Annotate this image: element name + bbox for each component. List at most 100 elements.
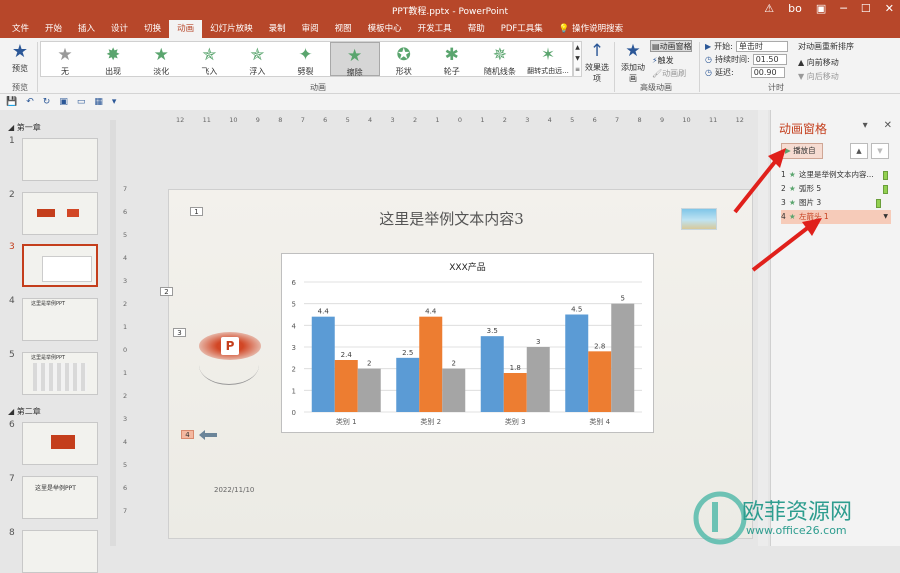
tab-template-center[interactable]: 模板中心 (360, 20, 410, 38)
minimize-icon[interactable]: ─ (840, 2, 847, 15)
user-name[interactable]: bo (788, 2, 802, 15)
slide-thumbnail[interactable] (22, 530, 98, 573)
scroll-down-icon[interactable]: ▼ (574, 53, 581, 64)
anim-wipe[interactable]: ★ 擦除 (329, 42, 380, 77)
watermark-logo (693, 491, 747, 545)
animation-marker-selected[interactable]: 4 (181, 430, 194, 439)
animation-marker[interactable]: 1 (190, 207, 203, 216)
anim-fly-in[interactable]: ✯ 飞入 (185, 42, 233, 76)
arc-shape[interactable] (199, 345, 259, 385)
pane-options-icon[interactable]: ▾ (863, 120, 868, 131)
tab-transitions[interactable]: 切换 (136, 20, 169, 38)
tab-home[interactable]: 开始 (37, 20, 70, 38)
save-icon[interactable]: 💾 (6, 97, 17, 107)
animation-list-item[interactable]: 3 ★ 图片 3 (781, 196, 891, 210)
move-later-button[interactable]: ▼ 向后移动 (798, 71, 854, 82)
tab-file[interactable]: 文件 (4, 20, 37, 38)
slide-thumbnail[interactable] (22, 138, 98, 181)
anim-grow-turn[interactable]: ✶ 翻转式由远... (524, 42, 572, 76)
anim-label: 随机线条 (483, 67, 516, 76)
tab-slideshow[interactable]: 幻灯片放映 (202, 20, 261, 38)
slide-thumbnail-current[interactable] (22, 244, 98, 287)
anim-fade[interactable]: ★ 淡化 (137, 42, 185, 76)
warning-icon[interactable]: ⚠ (764, 2, 774, 15)
animation-marker[interactable]: 3 (173, 328, 186, 337)
animation-marker[interactable]: 2 (160, 287, 173, 296)
star-icon: ★ (346, 46, 363, 66)
anim-float-in[interactable]: ✯ 浮入 (233, 42, 281, 76)
tab-record[interactable]: 录制 (261, 20, 294, 38)
ruler-tick: 9 (659, 116, 665, 124)
anim-random-bars[interactable]: ✵ 随机线条 (476, 42, 524, 76)
tab-view[interactable]: 视图 (327, 20, 360, 38)
play-from-button[interactable]: ▶ 播放自 (781, 143, 823, 159)
ruler-tick: 3 (123, 415, 128, 423)
move-down-button[interactable]: ▼ (871, 143, 889, 159)
thumbnail-scrollbar[interactable] (110, 120, 116, 546)
pane-title: 动画窗格 (779, 122, 828, 136)
pane-close-icon[interactable]: ✕ (884, 120, 892, 131)
tab-animations[interactable]: 动画 (169, 20, 203, 38)
maximize-icon[interactable]: ☐ (861, 2, 871, 15)
start-select[interactable]: 单击时 (735, 41, 788, 52)
present-icon[interactable]: ▣ (59, 97, 68, 107)
delay-clock-icon: ◷ (705, 68, 712, 77)
anim-shape[interactable]: ✪ 形状 (380, 42, 428, 76)
slide-number: 2 (9, 190, 15, 200)
tab-review[interactable]: 审阅 (294, 20, 327, 38)
slide-thumbnail[interactable]: 这里是举例PPT (22, 476, 98, 519)
section-header[interactable]: ◢ 第二章 (8, 406, 41, 417)
bar-chart[interactable]: XXX产品 0 1 2 3 4 5 6 4.4 2.4 2 类别 1 2.5 4.4 2 类别 2 3.5 1.… (281, 253, 654, 433)
landscape-picture[interactable] (681, 208, 717, 230)
tell-me-label: 操作说明搜索 (572, 24, 624, 34)
table-icon[interactable]: ▦ (94, 97, 103, 107)
redo-icon[interactable]: ↻ (43, 97, 51, 107)
anim-split[interactable]: ✦ 劈裂 (281, 42, 329, 76)
tab-insert[interactable]: 插入 (70, 20, 103, 38)
animation-list-item[interactable]: 2 ★ 弧形 5 (781, 182, 891, 196)
move-up-button[interactable]: ▲ (850, 143, 868, 159)
undo-icon[interactable]: ↶ (26, 97, 34, 107)
gallery-scroll[interactable]: ▲ ▼ ≡ (573, 41, 582, 77)
y-tick-label: 3 (292, 344, 296, 352)
delay-input[interactable]: 00.90 (750, 67, 785, 78)
close-icon[interactable]: ✕ (885, 2, 894, 15)
tell-me-search[interactable]: 💡 操作说明搜索 (551, 20, 631, 38)
animation-list-item-selected[interactable]: 4 ★ 左箭头 1 ▼ (781, 210, 891, 224)
move-earlier-button[interactable]: ▲ 向前移动 (798, 57, 854, 68)
scroll-up-icon[interactable]: ▲ (574, 42, 581, 53)
left-arrow-shape[interactable] (199, 430, 217, 440)
screenshot-icon[interactable]: ▭ (77, 97, 86, 107)
effect-options-button[interactable]: ↑ 效果选项 (582, 40, 612, 84)
slide-title[interactable]: 这里是举例文本内容3 (289, 208, 614, 229)
anim-none[interactable]: ★ 无 (41, 42, 89, 76)
animation-pane-button[interactable]: ▤动画窗格 (650, 40, 692, 52)
slide-thumbnail[interactable]: 这里是举例PPT (22, 352, 98, 395)
slide-thumbnail[interactable] (22, 422, 98, 465)
gallery-more-icon[interactable]: ≡ (574, 64, 581, 75)
category-label: 类别 2 (420, 417, 441, 426)
preview-button[interactable]: ★ 预览 (6, 41, 34, 74)
add-animation-button[interactable]: ★ 添加动画 (618, 40, 648, 84)
animation-painter-button[interactable]: 🖌动画刷 (652, 68, 686, 79)
slide-thumbnail[interactable] (22, 192, 98, 235)
ribbon-display-icon[interactable]: ▣ (816, 2, 826, 15)
slide-thumbnail[interactable]: 这里是举例PPT (22, 298, 98, 341)
tab-pdf-tools[interactable]: PDF工具集 (493, 20, 551, 38)
duration-input[interactable]: 01.50 (752, 54, 787, 65)
tab-design[interactable]: 设计 (103, 20, 136, 38)
animation-list-item[interactable]: 1 ★ 这里是举例文本内容... (781, 168, 891, 182)
tab-developer[interactable]: 开发工具 (410, 20, 460, 38)
animation-pane-label: 动画窗格 (659, 42, 692, 51)
item-dropdown-icon[interactable]: ▼ (883, 210, 888, 224)
tab-help[interactable]: 帮助 (460, 20, 493, 38)
animation-pane: 动画窗格 ▾ ✕ ▶ 播放自 ▲ ▼ 1 ★ 这里是举例文本内容... 2 ★ 弧形 5… (770, 110, 900, 546)
customize-icon[interactable]: ▾ (112, 97, 117, 107)
trigger-button[interactable]: ⚡触发 (652, 55, 674, 66)
ruler-tick: 11 (708, 116, 718, 124)
canvas-scrollbar[interactable] (758, 110, 768, 546)
section-header[interactable]: ◢ 第一章 (8, 122, 41, 133)
anim-wheel[interactable]: ✱ 轮子 (428, 42, 476, 76)
item-number: 4 (781, 212, 786, 221)
anim-appear[interactable]: ✸ 出现 (89, 42, 137, 76)
